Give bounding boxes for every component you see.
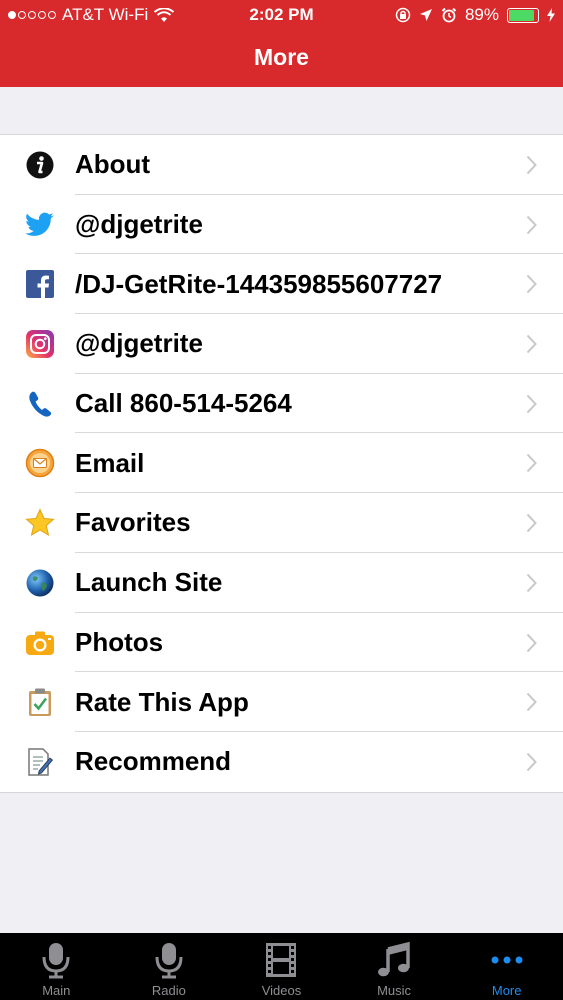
menu-item-twitter[interactable]: @djgetrite [0,195,563,255]
menu-item-label: Call 860-514-5264 [75,388,292,419]
chevron-right-icon [526,155,537,175]
menu-item-label: Launch Site [75,567,223,598]
chevron-right-icon [526,752,537,772]
battery-icon [507,7,539,23]
chevron-right-icon [526,513,537,533]
microphone-icon [155,943,183,979]
tab-bar: Main Radio Videos Music More [0,933,563,1000]
status-bar: AT&T Wi-Fi 2:02 PM 89% [0,0,563,30]
menu-item-label: About [75,149,151,180]
menu-item-rate-this-app[interactable]: Rate This App [0,672,563,732]
menu-item-label: /DJ-GetRite-144359855607727 [75,268,443,299]
document-pencil-icon [25,747,55,777]
battery-percentage: 89% [464,5,499,24]
menu-item-label: Photos [75,626,164,657]
phone-icon [25,389,55,419]
charging-bolt-icon [547,8,555,22]
more-dots-icon [491,956,523,964]
rotation-lock-icon [395,7,411,23]
chevron-right-icon [526,693,537,712]
tab-videos[interactable]: Videos [225,933,338,1000]
tab-label: Music [377,983,412,998]
music-note-icon [378,941,410,977]
page-title: More [254,44,309,70]
film-icon [266,943,297,977]
chevron-right-icon [526,573,537,592]
star-icon [25,508,55,538]
menu-item-email[interactable]: Email [0,433,563,494]
menu-item-label: Recommend [75,746,232,777]
menu-item-about[interactable]: About [0,135,563,195]
menu-item-instagram[interactable]: @djgetrite [0,314,563,374]
chevron-right-icon [526,633,537,652]
menu-item-facebook[interactable]: /DJ-GetRite-144359855607727 [0,254,563,315]
chevron-right-icon [526,394,537,413]
facebook-icon [25,269,55,299]
tab-more[interactable]: More [450,933,563,1000]
twitter-icon [25,210,55,240]
tab-main[interactable]: Main [0,933,113,1000]
clipboard-check-icon [25,687,55,717]
menu-item-label: @djgetrite [75,328,203,359]
menu-item-label: Favorites [75,507,191,538]
menu-item-recommend[interactable]: Recommend [0,732,563,792]
chevron-right-icon [526,215,537,234]
menu-item-label: @djgetrite [75,209,203,240]
globe-icon [25,568,55,598]
tab-music[interactable]: Music [338,933,451,1000]
menu-item-label: Email [75,447,145,478]
chevron-right-icon [526,454,537,473]
menu-item-favorites[interactable]: Favorites [0,493,563,553]
menu-item-label: Rate This App [75,686,249,717]
tab-label: Main [42,983,71,998]
app-header: AT&T Wi-Fi 2:02 PM 89% More [0,0,563,87]
email-icon [25,448,55,478]
menu-item-photos[interactable]: Photos [0,613,563,673]
tab-label: Videos [261,983,302,998]
tab-label: More [491,983,522,998]
menu-item-call[interactable]: Call 860-514-5264 [0,374,563,434]
alarm-icon [441,7,457,23]
location-arrow-icon [419,9,432,21]
tab-radio[interactable]: Radio [113,933,226,1000]
tab-label: Radio [151,983,186,998]
chevron-right-icon [526,334,537,354]
chevron-right-icon [526,275,537,294]
more-menu-list: About @djgetrite /DJ-GetRite-14435985560… [0,134,563,793]
instagram-icon [25,329,55,359]
microphone-icon [42,943,70,979]
menu-item-launch-site[interactable]: Launch Site [0,553,563,613]
info-icon [25,150,55,180]
camera-icon [25,628,55,658]
